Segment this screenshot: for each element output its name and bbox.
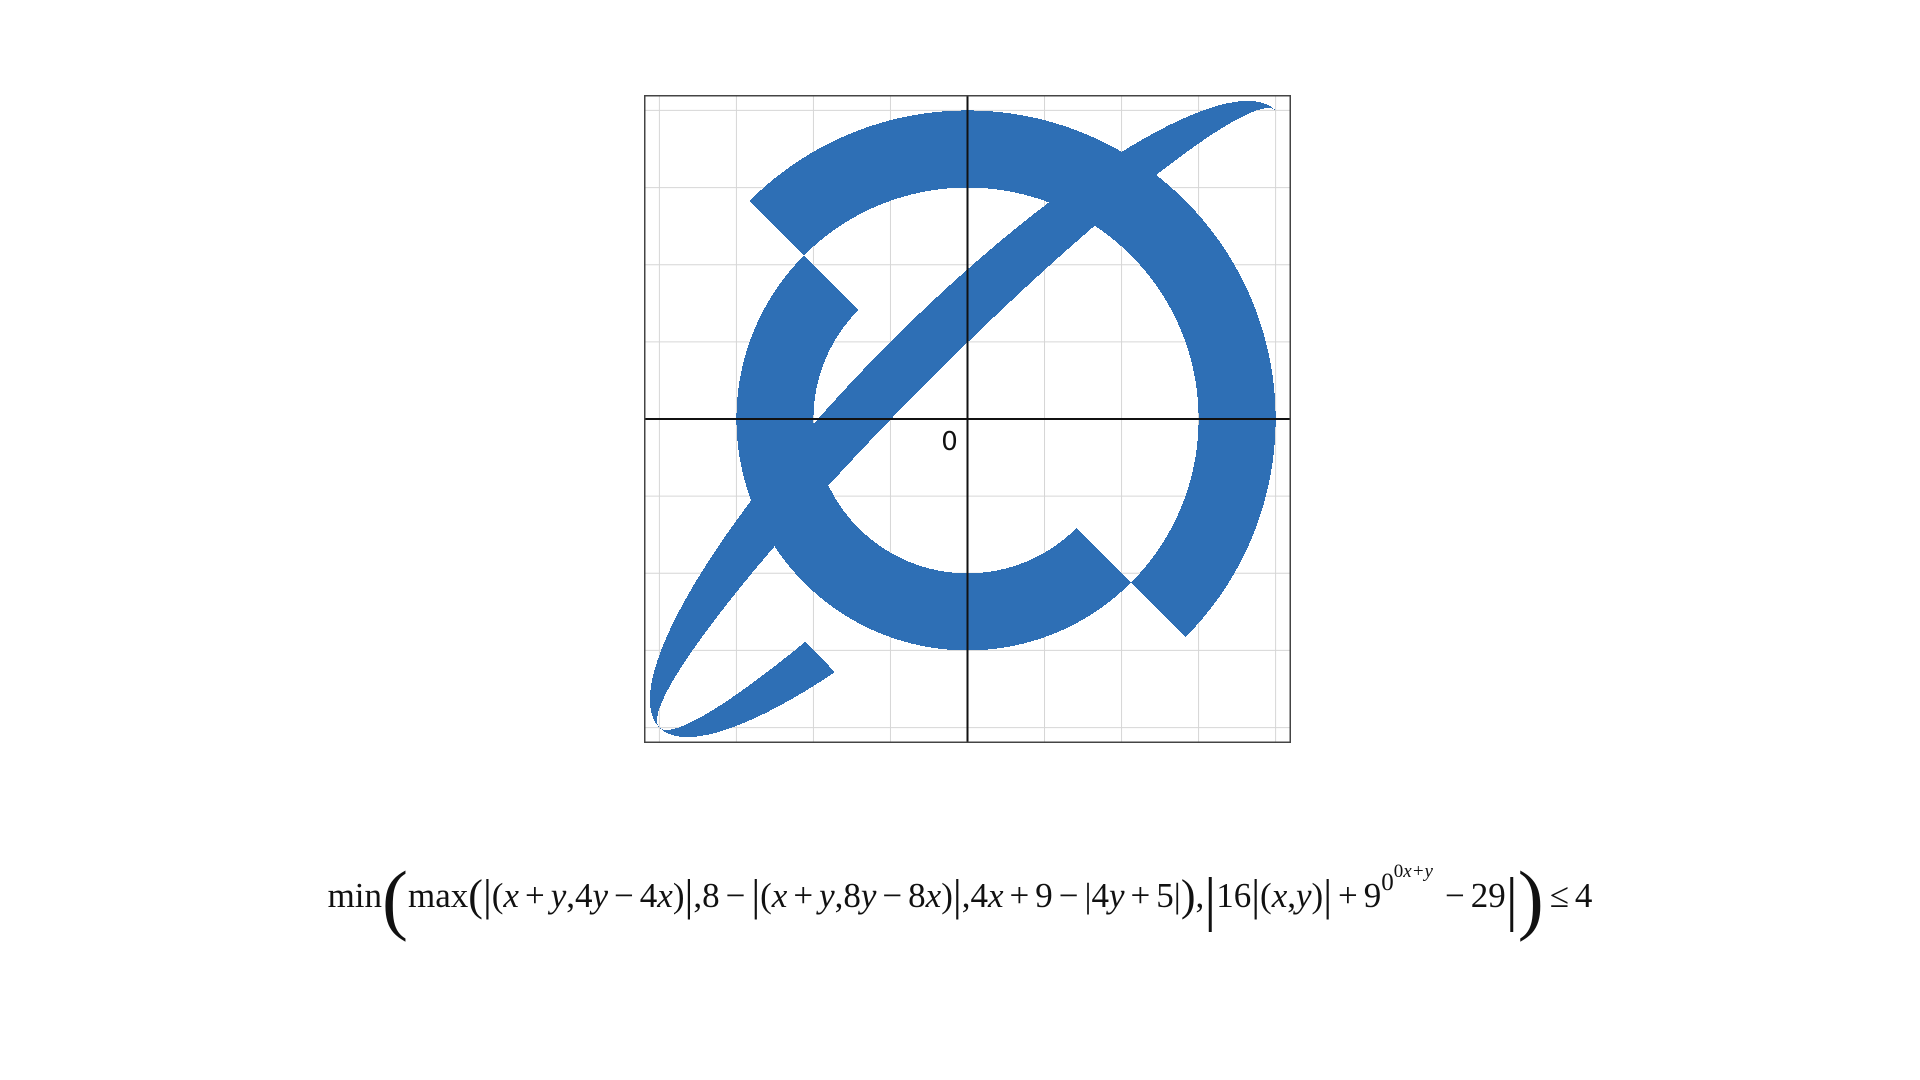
abs-bar: | <box>952 871 962 920</box>
var-y: y <box>550 876 567 915</box>
op-minus: − <box>1058 876 1079 915</box>
abs-bar: | <box>684 871 694 920</box>
op-minus: − <box>882 876 903 915</box>
paren-open: ( <box>1260 876 1272 915</box>
exponent-base: 0 <box>1393 861 1404 882</box>
num-4: 4 <box>1091 876 1110 915</box>
var-x: x <box>771 876 788 915</box>
paren-close-max: ) <box>1180 871 1196 920</box>
var-y: y <box>819 876 835 915</box>
var-y: y <box>860 876 877 915</box>
origin-label: 0 <box>941 427 958 457</box>
max-function: max <box>408 876 469 915</box>
paren-open-outer: ( <box>382 855 409 942</box>
var-y: y <box>1296 876 1312 915</box>
num-29: 29 <box>1470 876 1506 915</box>
var-y: y <box>592 876 609 915</box>
abs-bar: | <box>1505 866 1518 932</box>
var-x: x <box>503 876 519 915</box>
paren-open: ( <box>760 876 772 915</box>
abs-bar: | <box>1084 876 1092 915</box>
num-8: 8 <box>702 876 720 915</box>
abs-bar: | <box>482 871 492 920</box>
comma: , <box>693 876 703 915</box>
var-x: x <box>1271 876 1288 915</box>
comma: , <box>1287 876 1296 915</box>
inequality-formula: min(max(|(x + y,4y −4x)|,8− |(x + y,8y −8x)|,4x… <box>0 860 1920 938</box>
num-9: 9 <box>1035 876 1053 915</box>
graph-canvas[interactable]: 0 <box>644 95 1291 743</box>
op-plus: + <box>793 876 814 915</box>
op-lte: ≤ <box>1549 876 1569 915</box>
formula-expression: min(max(|(x + y,4y −4x)|,8− |(x + y,8y −8x)|,4x… <box>328 860 1593 938</box>
var-y: y <box>1109 876 1125 915</box>
exponent-top: x+y <box>1403 861 1433 882</box>
num-4: 4 <box>1574 876 1593 915</box>
var-x: x <box>657 876 673 915</box>
num-4: 4 <box>575 876 593 915</box>
num-16: 16 <box>1216 876 1252 915</box>
exponent-base: 0 <box>1381 869 1394 896</box>
paren-close: ) <box>1311 876 1324 915</box>
num-8: 8 <box>908 876 926 915</box>
abs-bar: | <box>1204 866 1217 932</box>
comma: , <box>1195 876 1205 915</box>
var-x: x <box>987 876 1004 915</box>
paren-open: ( <box>491 876 504 915</box>
num-8: 8 <box>843 876 861 915</box>
var-x: x <box>925 876 942 915</box>
op-plus: + <box>1009 876 1030 915</box>
num-4: 4 <box>970 876 988 915</box>
abs-bar: | <box>1323 871 1333 920</box>
paren-close-outer: ) <box>1517 855 1544 942</box>
op-minus: − <box>1444 876 1465 915</box>
op-plus: + <box>1130 876 1151 915</box>
graph-panel[interactable]: 0 <box>644 95 1291 743</box>
paren-open-max: ( <box>468 871 483 920</box>
op-plus: + <box>524 876 545 915</box>
num-5: 5 <box>1156 876 1174 915</box>
op-minus: − <box>725 876 746 915</box>
paren-close: ) <box>941 876 953 915</box>
paren-close: ) <box>672 876 685 915</box>
abs-bar: | <box>1251 871 1261 920</box>
op-plus: + <box>1338 876 1358 915</box>
num-9: 9 <box>1363 876 1382 915</box>
abs-bar: | <box>1173 876 1181 915</box>
num-4: 4 <box>639 876 658 915</box>
abs-bar: | <box>751 871 761 920</box>
comma: , <box>566 876 575 915</box>
min-function: min <box>327 876 383 915</box>
op-minus: − <box>614 876 634 915</box>
